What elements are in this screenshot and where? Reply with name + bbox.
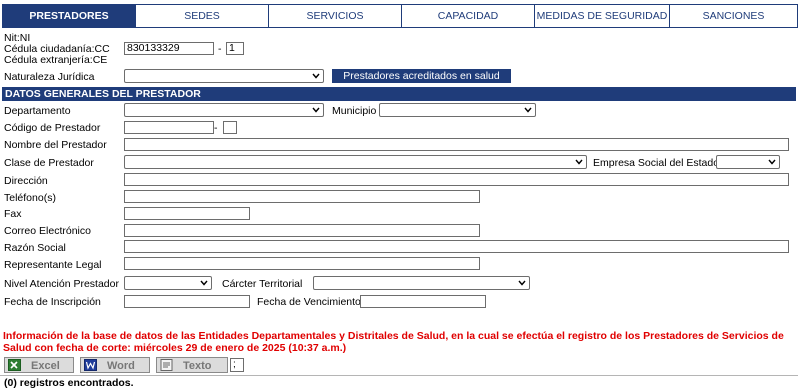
representante-input[interactable] [124,257,480,270]
id-dv-input[interactable]: 1 [226,42,244,55]
chevron-down-icon [575,159,583,165]
caracter-label: Cárcter Territorial [222,278,303,290]
nivel-select[interactable] [124,276,212,290]
delimiter-input[interactable]: ; [230,358,244,372]
municipio-select[interactable] [379,103,536,117]
fax-label: Fax [4,208,22,220]
departamento-label: Departamento [4,105,71,117]
fecha-inscripcion-label: Fecha de Inscripción [4,296,101,308]
direccion-input[interactable] [124,173,789,186]
word-icon [84,359,97,371]
codigo-label: Código de Prestador [4,122,101,134]
tab-servicios[interactable]: SERVICIOS [269,4,402,28]
word-label: Word [107,360,135,372]
ce-label: Cédula extranjería:CE [4,54,108,66]
chevron-down-icon [312,107,320,113]
info-notice: Información de la base de datos de las E… [3,330,784,354]
tab-medidas-seguridad[interactable]: MEDIDAS DE SEGURIDAD [535,4,670,28]
empresa-social-select[interactable] [716,155,780,169]
excel-label: Excel [31,360,60,372]
codigo-separator: - [214,122,218,134]
razon-social-label: Razón Social [4,242,66,254]
section-header: DATOS GENERALES DEL PRESTADOR [2,87,796,101]
telefonos-label: Teléfono(s) [4,192,56,204]
chevron-down-icon [768,159,776,165]
tab-prestadores[interactable]: PRESTADORES [2,4,136,28]
tab-bar: PRESTADORES SEDES SERVICIOS CAPACIDAD ME… [2,4,798,28]
telefonos-input[interactable] [124,190,480,203]
clase-select[interactable] [124,155,587,169]
codigo-suffix-input[interactable] [223,121,237,134]
naturaleza-label: Naturaleza Jurídica [4,71,95,83]
export-texto-button[interactable]: Texto [156,357,228,373]
tab-sanciones[interactable]: SANCIONES [670,4,798,28]
clase-label: Clase de Prestador [4,157,94,169]
naturaleza-select[interactable] [124,69,324,83]
text-file-icon [160,359,173,371]
tab-capacidad[interactable]: CAPACIDAD [402,4,535,28]
nombre-input[interactable] [124,138,789,151]
caracter-select[interactable] [313,276,530,290]
correo-label: Correo Electrónico [4,225,91,237]
fecha-vencimiento-input[interactable] [360,295,486,308]
codigo-input[interactable] [124,121,214,134]
chevron-down-icon [200,280,208,286]
direccion-label: Dirección [4,175,48,187]
divider [0,375,798,376]
municipio-label: Municipio [332,105,377,117]
representante-label: Representante Legal [4,259,102,271]
chevron-down-icon [524,107,532,113]
empresa-social-label: Empresa Social del Estado [593,157,720,169]
nivel-label: Nivel Atención Prestador [4,278,119,290]
razon-social-input[interactable] [124,240,789,253]
id-dv-separator: - [218,43,222,55]
export-word-button[interactable]: Word [80,357,150,373]
departamento-select[interactable] [124,103,324,117]
chevron-down-icon [518,280,526,286]
records-count: (0) registros encontrados. [4,377,134,389]
excel-icon [8,359,21,371]
fecha-vencimiento-label: Fecha de Vencimiento [257,296,361,308]
fecha-inscripcion-input[interactable] [124,295,250,308]
chevron-down-icon [312,73,320,79]
tab-sedes[interactable]: SEDES [136,4,269,28]
export-excel-button[interactable]: Excel [4,357,74,373]
nombre-label: Nombre del Prestador [4,139,107,151]
id-number-input[interactable]: 830133329 [124,42,214,55]
prestadores-acreditados-button[interactable]: Prestadores acreditados en salud [332,69,511,83]
fax-input[interactable] [124,207,250,220]
texto-label: Texto [183,360,212,372]
correo-input[interactable] [124,224,480,237]
